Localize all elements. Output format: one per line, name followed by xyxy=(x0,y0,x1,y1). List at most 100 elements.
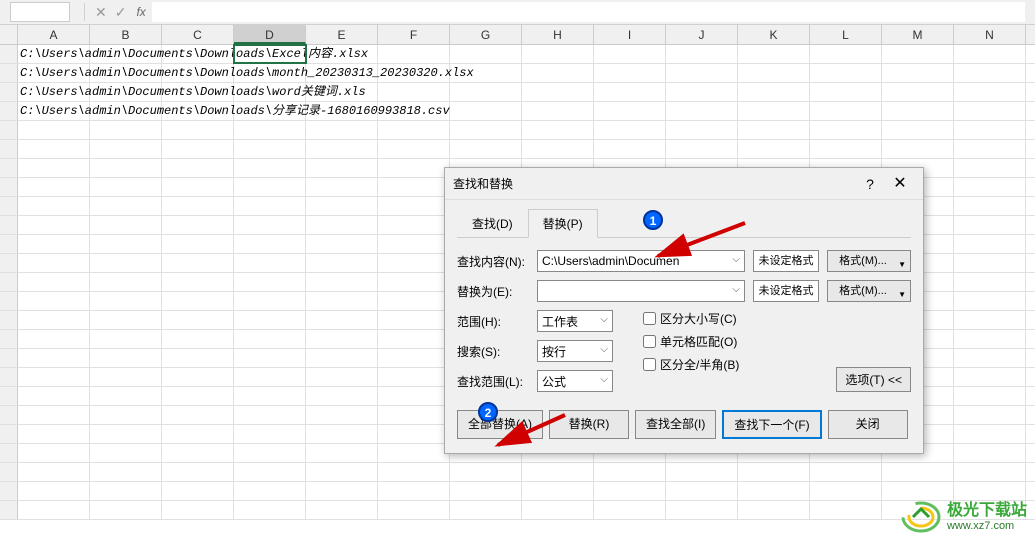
cell[interactable] xyxy=(594,83,666,101)
find-what-input[interactable]: C:\Users\admin\Documen xyxy=(537,250,745,272)
find-format-button[interactable]: 格式(M)... xyxy=(827,250,911,272)
cell[interactable] xyxy=(234,387,306,405)
cell[interactable] xyxy=(378,501,450,519)
match-width-checkbox[interactable]: 区分全/半角(B) xyxy=(643,356,739,373)
cell[interactable] xyxy=(666,45,738,63)
cell[interactable] xyxy=(162,178,234,196)
cell[interactable] xyxy=(522,45,594,63)
cell[interactable] xyxy=(378,235,450,253)
row-header[interactable] xyxy=(0,311,18,329)
cell[interactable] xyxy=(378,159,450,177)
cell[interactable] xyxy=(306,235,378,253)
options-toggle-button[interactable]: 选项(T) << xyxy=(836,367,911,392)
cell[interactable] xyxy=(18,140,90,158)
cell[interactable] xyxy=(810,482,882,500)
cell[interactable] xyxy=(90,387,162,405)
cell[interactable] xyxy=(522,102,594,120)
cell[interactable] xyxy=(18,159,90,177)
cell[interactable] xyxy=(954,197,1026,215)
replace-all-button[interactable]: 全部替换(A) xyxy=(457,410,543,439)
cell[interactable] xyxy=(234,501,306,519)
cell[interactable] xyxy=(954,292,1026,310)
cell[interactable] xyxy=(18,292,90,310)
cell[interactable] xyxy=(810,64,882,82)
cell[interactable] xyxy=(666,463,738,481)
col-header-N[interactable]: N xyxy=(954,25,1026,44)
cell[interactable] xyxy=(378,406,450,424)
cell[interactable] xyxy=(306,387,378,405)
cell[interactable] xyxy=(90,349,162,367)
tab-find[interactable]: 查找(D) xyxy=(457,209,528,238)
cell[interactable] xyxy=(738,501,810,519)
cell[interactable] xyxy=(18,197,90,215)
cell[interactable] xyxy=(234,197,306,215)
cell[interactable] xyxy=(18,235,90,253)
cell[interactable] xyxy=(594,501,666,519)
row-header[interactable] xyxy=(0,235,18,253)
cell[interactable] xyxy=(234,273,306,291)
cell[interactable] xyxy=(738,482,810,500)
cell[interactable] xyxy=(882,64,954,82)
cell[interactable] xyxy=(306,368,378,386)
cell[interactable] xyxy=(594,64,666,82)
cell[interactable] xyxy=(306,159,378,177)
row-header[interactable] xyxy=(0,83,18,101)
cell[interactable] xyxy=(522,501,594,519)
col-header-M[interactable]: M xyxy=(882,25,954,44)
cell[interactable] xyxy=(306,121,378,139)
cell[interactable] xyxy=(90,425,162,443)
cell[interactable] xyxy=(306,273,378,291)
cell[interactable] xyxy=(666,140,738,158)
cell[interactable] xyxy=(882,45,954,63)
row-header[interactable] xyxy=(0,501,18,519)
cell[interactable] xyxy=(306,425,378,443)
cell[interactable] xyxy=(306,292,378,310)
cell[interactable] xyxy=(306,311,378,329)
cell[interactable] xyxy=(378,463,450,481)
cell[interactable] xyxy=(378,330,450,348)
cell[interactable] xyxy=(306,140,378,158)
cell[interactable] xyxy=(162,235,234,253)
cell[interactable] xyxy=(234,121,306,139)
cell[interactable] xyxy=(450,45,522,63)
row-header[interactable] xyxy=(0,387,18,405)
cell[interactable] xyxy=(90,292,162,310)
col-header-D[interactable]: D xyxy=(234,25,306,44)
cell[interactable] xyxy=(306,330,378,348)
replace-format-button[interactable]: 格式(M)... xyxy=(827,280,911,302)
cell[interactable] xyxy=(954,273,1026,291)
col-header-G[interactable]: G xyxy=(450,25,522,44)
cell[interactable] xyxy=(162,140,234,158)
cell[interactable] xyxy=(378,311,450,329)
cell[interactable] xyxy=(18,349,90,367)
cell[interactable] xyxy=(666,501,738,519)
cell[interactable] xyxy=(162,254,234,272)
cell[interactable] xyxy=(954,406,1026,424)
cell[interactable] xyxy=(882,463,954,481)
cell[interactable] xyxy=(450,83,522,101)
cell[interactable] xyxy=(90,140,162,158)
cell[interactable] xyxy=(954,45,1026,63)
cell[interactable] xyxy=(378,140,450,158)
cell[interactable] xyxy=(234,235,306,253)
cell[interactable] xyxy=(954,482,1026,500)
cell[interactable] xyxy=(882,140,954,158)
cell[interactable] xyxy=(162,501,234,519)
cell[interactable] xyxy=(234,178,306,196)
cell[interactable] xyxy=(378,121,450,139)
cell[interactable] xyxy=(450,482,522,500)
cell[interactable] xyxy=(306,197,378,215)
replace-button[interactable]: 替换(R) xyxy=(549,410,629,439)
cell[interactable] xyxy=(18,311,90,329)
formula-bar[interactable] xyxy=(152,2,1025,22)
cell[interactable] xyxy=(90,482,162,500)
col-header-L[interactable]: L xyxy=(810,25,882,44)
cell[interactable] xyxy=(90,368,162,386)
cell[interactable] xyxy=(378,425,450,443)
find-next-button[interactable]: 查找下一个(F) xyxy=(722,410,821,439)
cell[interactable] xyxy=(162,273,234,291)
cell[interactable] xyxy=(450,121,522,139)
cell[interactable] xyxy=(594,121,666,139)
cell[interactable] xyxy=(90,330,162,348)
match-cell-checkbox[interactable]: 单元格匹配(O) xyxy=(643,333,739,350)
